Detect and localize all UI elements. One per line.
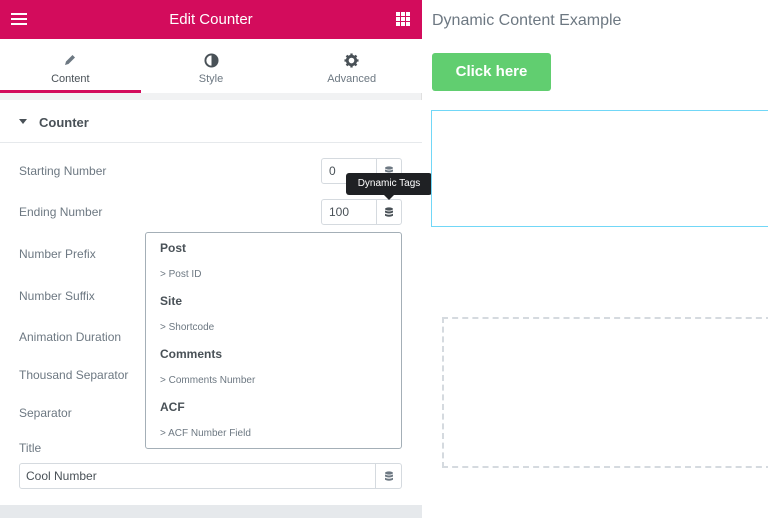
title-input[interactable]: Cool Number (19, 463, 376, 489)
tab-advanced[interactable]: Advanced (281, 39, 422, 93)
click-here-button[interactable]: Click here (432, 53, 551, 91)
database-icon (384, 470, 393, 481)
section-title: Counter (39, 115, 89, 130)
panel-header: Edit Counter (0, 0, 422, 39)
tab-label: Advanced (327, 73, 377, 85)
empty-drop-area[interactable] (442, 317, 768, 468)
selected-widget-outline[interactable] (431, 110, 768, 227)
panel-footer (0, 505, 422, 518)
dynamic-tags-tooltip: Dynamic Tags (346, 173, 432, 200)
tab-label: Style (198, 73, 224, 85)
group-post: Post (160, 241, 187, 255)
dynamic-tags-button[interactable] (375, 463, 402, 489)
tab-content[interactable]: Content (0, 39, 141, 93)
tag-shortcode[interactable]: > Shortcode (160, 322, 214, 333)
database-icon (385, 206, 393, 217)
number-prefix-label: Number Prefix (19, 247, 96, 261)
tab-label: Content (51, 73, 90, 85)
tag-post-id[interactable]: > Post ID (160, 269, 201, 280)
pencil-icon (0, 51, 141, 69)
title-label: Title (19, 441, 42, 455)
tag-comments-number[interactable]: > Comments Number (160, 375, 255, 386)
starting-number-label: Starting Number (19, 164, 107, 178)
dynamic-tags-button[interactable] (376, 199, 402, 225)
group-comments: Comments (160, 347, 223, 361)
panel-title: Edit Counter (169, 11, 253, 28)
thousand-separator-label: Thousand Separator (19, 368, 129, 382)
panel-tabs: Content Style Advanced (0, 39, 422, 93)
animation-duration-label: Animation Duration (19, 330, 122, 344)
tag-acf-number-field[interactable]: > ACF Number Field (160, 428, 251, 439)
half-circle-icon (141, 51, 282, 69)
group-site: Site (160, 294, 183, 308)
dynamic-tags-dropdown: Post > Post ID Site > Shortcode Comments… (145, 232, 402, 449)
separator-label: Separator (19, 406, 72, 420)
ending-number-input[interactable]: 100 (321, 199, 377, 225)
preview-title: Dynamic Content Example (432, 12, 622, 29)
caret-down-icon (19, 119, 27, 124)
section-header[interactable]: Counter (0, 100, 422, 143)
tab-style[interactable]: Style (141, 39, 282, 93)
number-suffix-label: Number Suffix (19, 289, 95, 303)
group-acf: ACF (160, 400, 185, 414)
widgets-grid-icon[interactable] (396, 12, 410, 26)
gear-icon (281, 51, 422, 69)
ending-number-label: Ending Number (19, 205, 103, 219)
